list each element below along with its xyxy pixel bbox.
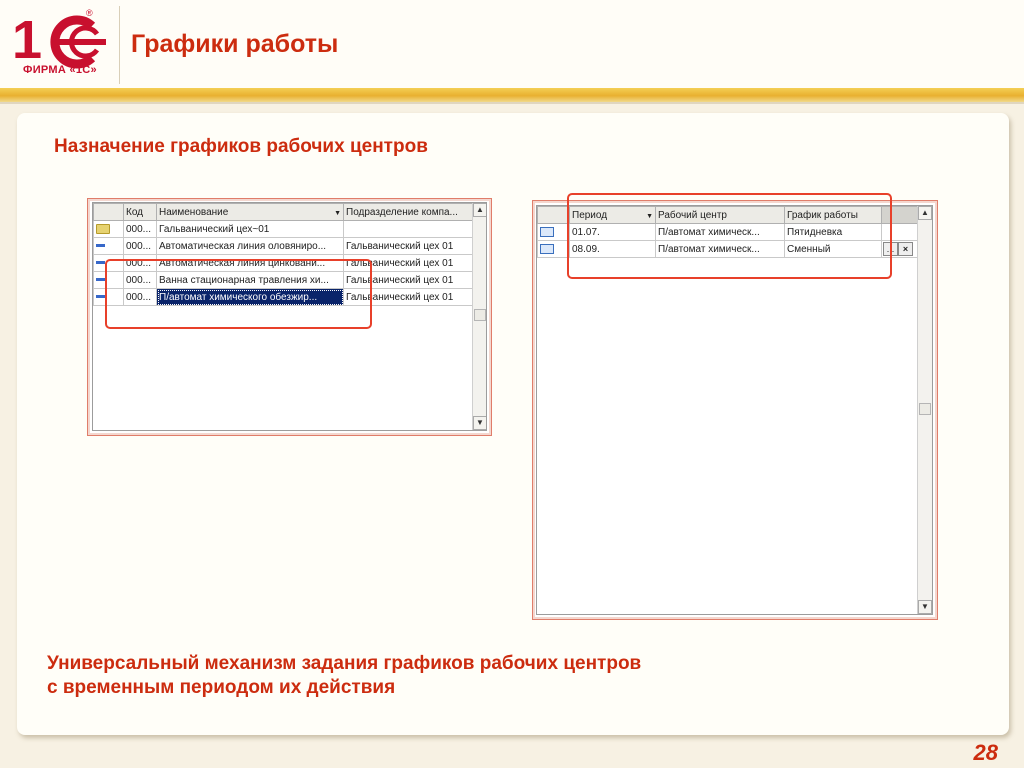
row-icon-cell [537, 240, 570, 258]
department-cell[interactable]: Гальванический цех 01 [343, 237, 473, 255]
slide-subtitle: Назначение графиков рабочих центров [54, 136, 428, 157]
column-header-name[interactable]: Наименование ▼ [156, 203, 344, 221]
scroll-thumb[interactable] [919, 403, 931, 415]
scroll-up-icon[interactable]: ▲ [918, 206, 932, 220]
column-header-icon[interactable] [537, 206, 570, 224]
conclusion-line-1: Универсальный механизм задания графиков … [47, 653, 642, 674]
table-header: Код Наименование ▼ Подразделение компа... [93, 203, 473, 221]
column-header-department[interactable]: Подразделение компа... [343, 203, 473, 221]
slide-conclusion: Универсальный механизм задания графиков … [47, 652, 641, 700]
item-dash-icon [96, 244, 105, 248]
table-row[interactable]: 000... Гальванический цех~01 [93, 220, 473, 238]
header-band-shadow [0, 102, 1024, 104]
vertical-scrollbar[interactable]: ▲ ▼ [472, 203, 486, 430]
item-dash-icon [96, 261, 105, 265]
svg-text:1: 1 [12, 10, 42, 70]
record-icon [540, 226, 554, 237]
column-header-code[interactable]: Код [123, 203, 157, 221]
table-row[interactable]: 000... Автоматическая линия оловяниро...… [93, 237, 473, 255]
code-cell[interactable]: 000... [123, 220, 157, 238]
logo-divider [119, 6, 120, 84]
department-cell[interactable] [343, 220, 473, 238]
vertical-scrollbar[interactable]: ▲ ▼ [917, 206, 932, 614]
company-name: ФИРМА «1С» [23, 64, 97, 76]
conclusion-line-2: с временным периодом их действия [47, 677, 396, 698]
scroll-up-icon[interactable]: ▲ [473, 203, 486, 217]
item-dash-icon [96, 295, 105, 299]
slide-title: Графики работы [131, 30, 339, 58]
sort-down-icon: ▼ [334, 209, 341, 217]
column-header-name-label: Наименование [159, 206, 229, 218]
name-cell[interactable]: Автоматическая линия оловяниро... [156, 237, 344, 255]
row-icon-cell [537, 223, 570, 241]
slide-header: 1 ® ФИРМА «1С» Графики работы [0, 0, 1024, 92]
code-cell[interactable]: 000... [123, 237, 157, 255]
scroll-thumb[interactable] [474, 309, 486, 321]
row-icon-cell [93, 237, 124, 255]
page-number: 28 [973, 740, 998, 765]
highlight-box-right [567, 193, 892, 279]
clear-icon[interactable]: × [898, 242, 913, 256]
header-band [0, 88, 1024, 102]
item-dash-icon [96, 278, 105, 282]
highlight-box-left [105, 259, 372, 329]
column-header-icon[interactable] [93, 203, 124, 221]
scroll-down-icon[interactable]: ▼ [473, 416, 486, 430]
folder-icon [96, 223, 110, 234]
scroll-down-icon[interactable]: ▼ [918, 600, 932, 614]
record-icon [540, 243, 554, 254]
name-cell[interactable]: Гальванический цех~01 [156, 220, 344, 238]
row-icon-cell [93, 220, 124, 238]
registered-mark: ® [86, 8, 93, 18]
